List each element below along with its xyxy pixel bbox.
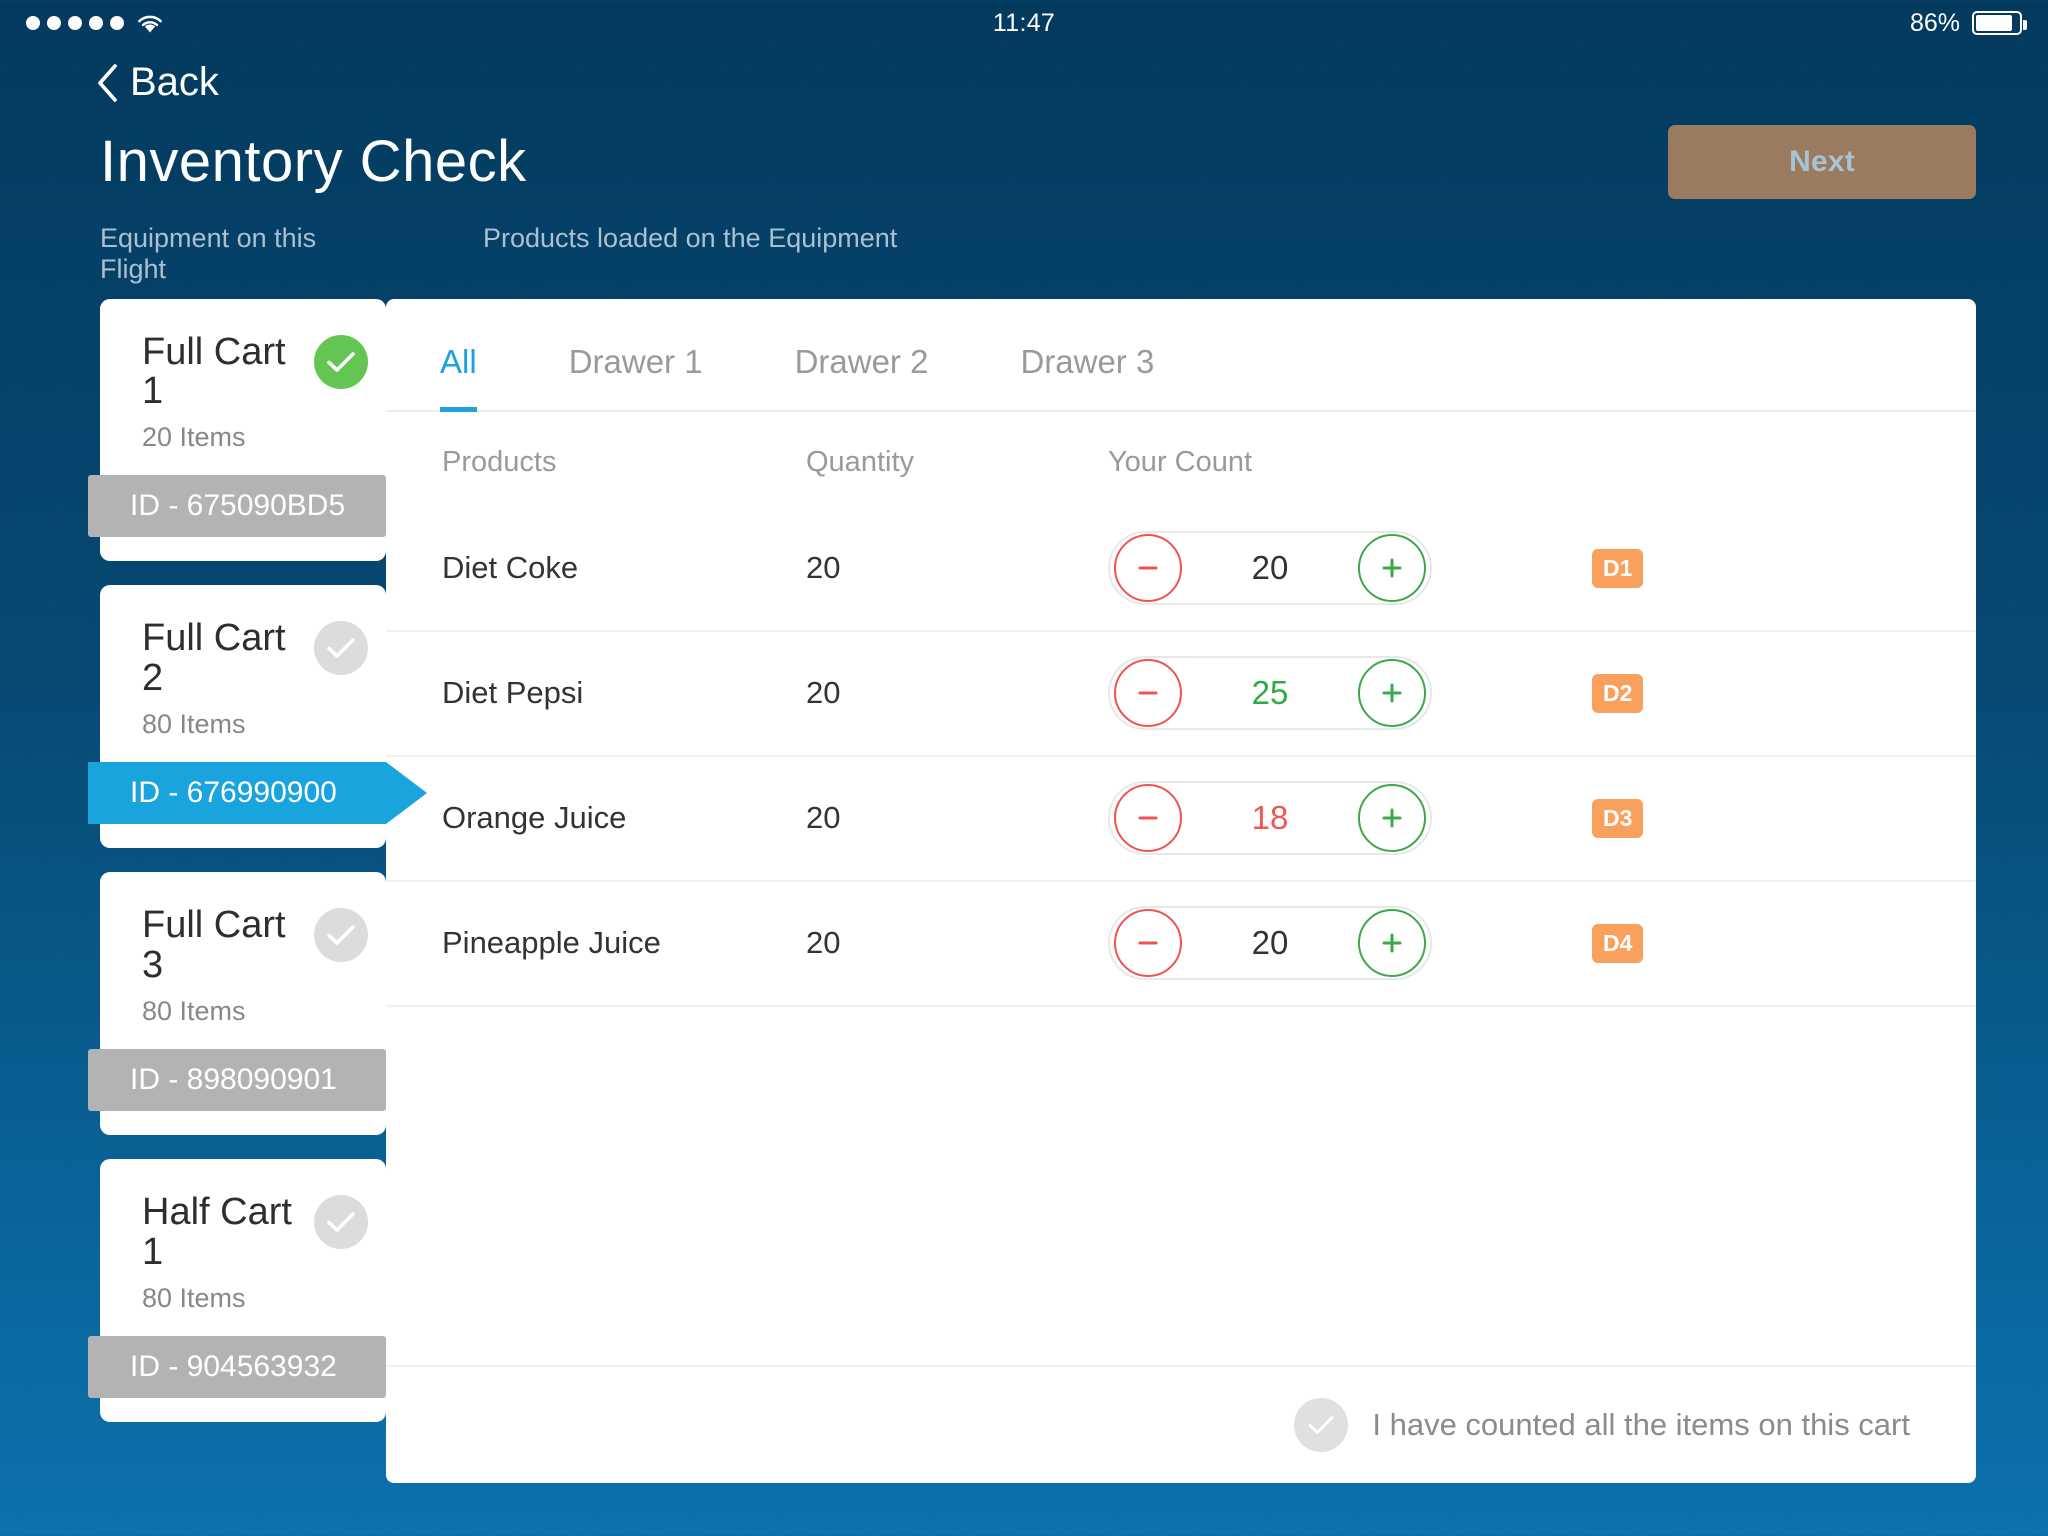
- product-name: Diet Pepsi: [442, 675, 584, 710]
- decrement-button[interactable]: [1114, 784, 1182, 852]
- cart-name: Full Cart 2: [142, 617, 286, 700]
- cart-item-count: 80 Items: [142, 709, 246, 740]
- back-button[interactable]: Back: [96, 60, 219, 105]
- cart-check-icon: [314, 1194, 368, 1249]
- increment-button[interactable]: [1358, 534, 1426, 602]
- cart-name: Full Cart 1: [142, 330, 286, 413]
- cart-check-icon: [314, 621, 368, 676]
- cart-id-bar: ID - 675090BD5: [88, 475, 386, 538]
- count-value[interactable]: 20: [1182, 549, 1358, 587]
- cart-card-full-cart-2[interactable]: Full Cart 2 80 Items ID - 676990900: [88, 585, 427, 849]
- count-stepper: 25: [1108, 656, 1432, 730]
- product-quantity: 20: [806, 800, 841, 835]
- minus-icon: [1138, 566, 1158, 570]
- battery-icon: [1972, 11, 2027, 35]
- product-quantity: 20: [806, 675, 841, 710]
- chevron-left-icon: [98, 63, 117, 102]
- minus-icon: [1138, 691, 1158, 695]
- count-stepper: 20: [1108, 531, 1432, 605]
- count-value[interactable]: 20: [1182, 924, 1358, 962]
- count-stepper: 20: [1108, 906, 1432, 980]
- cart-id-bar: ID - 676990900: [88, 762, 427, 825]
- tab-drawer-1[interactable]: Drawer 1: [569, 299, 703, 412]
- cart-card-full-cart-3[interactable]: Full Cart 3 80 Items ID - 898090901: [88, 872, 386, 1135]
- page-title: Inventory Check: [100, 129, 527, 194]
- drawer-tabs: All Drawer 1 Drawer 2 Drawer 3: [386, 299, 1976, 412]
- product-name: Diet Coke: [442, 550, 579, 585]
- cart-card-full-cart-1[interactable]: Full Cart 1 20 Items ID - 675090BD5: [88, 298, 386, 562]
- decrement-button[interactable]: [1114, 534, 1182, 602]
- back-label: Back: [130, 60, 219, 104]
- cart-item-count: 80 Items: [142, 1282, 246, 1313]
- table-row: Diet Pepsi 20 25 D2: [386, 632, 1976, 757]
- tab-drawer-3[interactable]: Drawer 3: [1020, 299, 1154, 412]
- plus-icon: [1382, 558, 1402, 578]
- increment-button[interactable]: [1358, 784, 1426, 852]
- panel-footer: I have counted all the items on this car…: [386, 1364, 1976, 1483]
- cart-name: Half Cart 1: [142, 1190, 292, 1273]
- status-bar: 11:47 86%: [0, 0, 2048, 46]
- equipment-column-label: Equipment on this Flight: [100, 222, 317, 284]
- cart-check-icon: [314, 334, 368, 389]
- cart-card-half-cart-1[interactable]: Half Cart 1 80 Items ID - 904563932: [88, 1158, 386, 1422]
- tab-drawer-2[interactable]: Drawer 2: [795, 299, 929, 412]
- cart-id-bar: ID - 904563932: [88, 1335, 386, 1398]
- table-row: Orange Juice 20 18 D3: [386, 757, 1976, 882]
- counted-all-checkbox[interactable]: [1294, 1397, 1349, 1452]
- products-panel: All Drawer 1 Drawer 2 Drawer 3 Products …: [386, 298, 1976, 1483]
- table-header-row: Products Quantity Your Count: [386, 412, 1976, 507]
- cart-item-count: 20 Items: [142, 422, 246, 453]
- next-button[interactable]: Next: [1668, 124, 1976, 199]
- drawer-badge: D2: [1592, 673, 1644, 713]
- increment-button[interactable]: [1358, 909, 1426, 977]
- decrement-button[interactable]: [1114, 909, 1182, 977]
- minus-icon: [1138, 941, 1158, 945]
- status-clock: 11:47: [992, 8, 1056, 37]
- header-your-count: Your Count: [1108, 445, 1253, 478]
- count-value[interactable]: 18: [1182, 799, 1358, 837]
- header-quantity: Quantity: [806, 445, 914, 478]
- products-column-label: Products loaded on the Equipment: [483, 222, 898, 253]
- cart-item-count: 80 Items: [142, 995, 246, 1026]
- plus-icon: [1382, 933, 1402, 953]
- table-row: Pineapple Juice 20 20 D4: [386, 882, 1976, 1007]
- drawer-badge: D4: [1592, 923, 1644, 963]
- cart-check-icon: [314, 908, 368, 963]
- increment-button[interactable]: [1358, 659, 1426, 727]
- decrement-button[interactable]: [1114, 659, 1182, 727]
- cart-name: Full Cart 3: [142, 904, 286, 986]
- drawer-badge: D1: [1592, 548, 1644, 588]
- product-name: Pineapple Juice: [442, 925, 661, 960]
- table-row: Diet Coke 20 20 D1: [386, 507, 1976, 632]
- product-quantity: 20: [806, 925, 841, 960]
- plus-icon: [1382, 808, 1402, 828]
- header-products: Products: [442, 445, 557, 478]
- count-value[interactable]: 25: [1182, 674, 1358, 712]
- minus-icon: [1138, 816, 1158, 820]
- plus-icon: [1382, 683, 1402, 703]
- products-table: Products Quantity Your Count Diet Coke 2…: [386, 412, 1976, 1365]
- cart-id-bar: ID - 898090901: [88, 1048, 386, 1111]
- equipment-sidebar: Full Cart 1 20 Items ID - 675090BD5 Full…: [0, 298, 427, 1536]
- tab-all[interactable]: All: [440, 299, 477, 412]
- counted-all-label: I have counted all the items on this car…: [1372, 1406, 1910, 1442]
- product-name: Orange Juice: [442, 800, 627, 835]
- count-stepper: 18: [1108, 781, 1432, 855]
- drawer-badge: D3: [1592, 798, 1644, 838]
- product-quantity: 20: [806, 550, 841, 585]
